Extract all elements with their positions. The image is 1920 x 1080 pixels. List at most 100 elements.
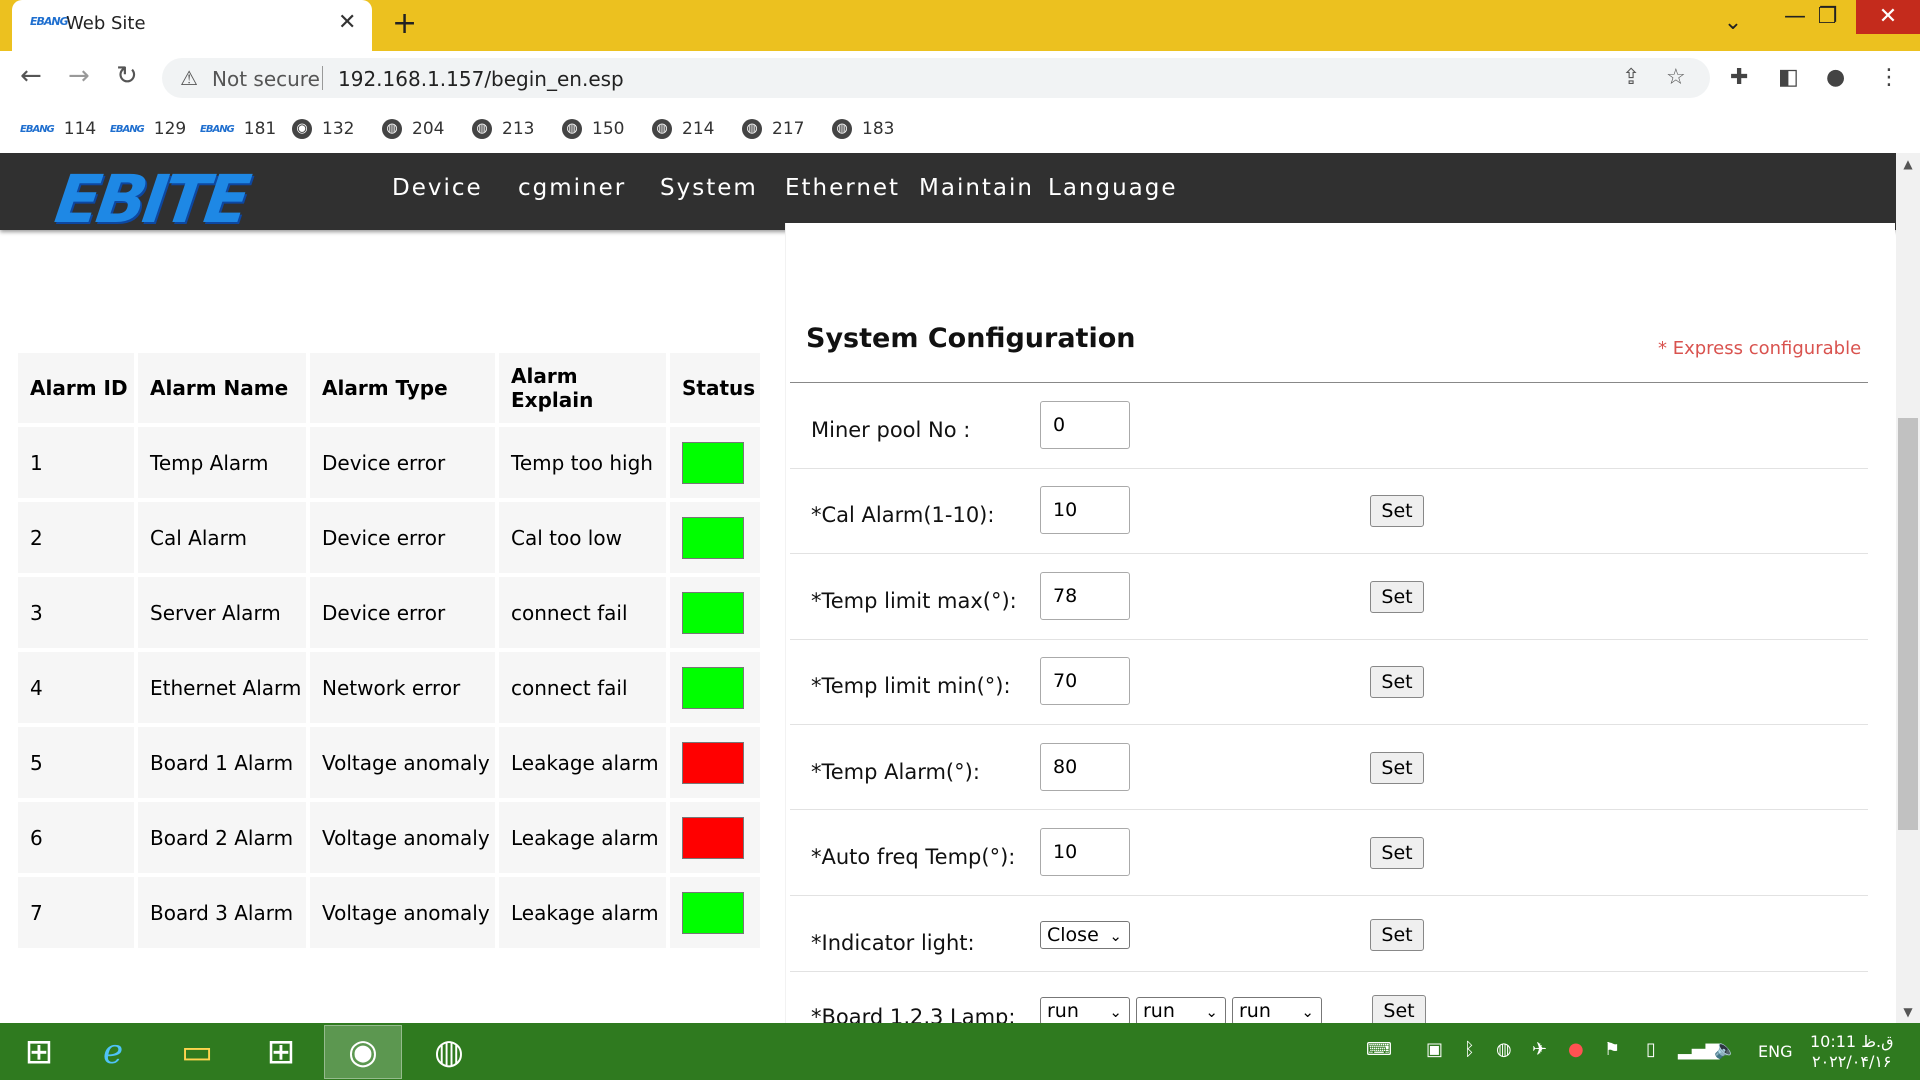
flag-icon[interactable]: ⚑	[1604, 1039, 1620, 1060]
board-lamp-set-button[interactable]: Set	[1372, 995, 1426, 1023]
alarm-status	[670, 427, 760, 498]
bookmark-item[interactable]: ◍ 214	[652, 117, 714, 141]
alarm-table-body: 1 Temp Alarm Device error Temp too high …	[18, 427, 760, 948]
profile-avatar-icon[interactable]: ●	[1826, 65, 1845, 90]
alarm-type: Device error	[310, 502, 495, 573]
alarm-explain: connect fail	[499, 652, 666, 723]
indicator-light-value: Close	[1047, 924, 1099, 946]
alarm-explain: connect fail	[499, 577, 666, 648]
plane-icon[interactable]: ✈	[1532, 1039, 1547, 1060]
forward-arrow-icon[interactable]: →	[68, 61, 90, 91]
bookmark-item[interactable]: ◍ 213	[472, 117, 534, 141]
kebab-menu-icon[interactable]: ⋮	[1878, 65, 1900, 90]
nav-ethernet[interactable]: Ethernet	[785, 175, 900, 201]
alarm-status	[670, 802, 760, 873]
chevron-down-icon[interactable]: ⌄	[1713, 6, 1753, 40]
temp-max-input[interactable]: 78	[1040, 572, 1130, 620]
network-app-icon[interactable]: ▣	[1426, 1039, 1443, 1060]
volume-icon[interactable]: 🔈	[1714, 1039, 1736, 1060]
bluetooth-icon[interactable]: ᛒ	[1464, 1039, 1475, 1060]
store-icon[interactable]: ⊞	[242, 1025, 320, 1079]
board1-lamp-select[interactable]: run ⌄	[1040, 997, 1130, 1023]
indicator-light-set-button[interactable]: Set	[1370, 919, 1424, 951]
internet-explorer-icon[interactable]: ℯ	[74, 1025, 152, 1079]
system-clock[interactable]: 10:11 ق.ظ ۲۰۲۲/۰۴/۱۶	[1810, 1032, 1894, 1072]
temp-max-set-button[interactable]: Set	[1370, 581, 1424, 613]
bookmark-item[interactable]: ◍ 183	[832, 117, 894, 141]
globe-icon: ◍	[562, 119, 582, 139]
alarm-type: Device error	[310, 577, 495, 648]
bookmark-item[interactable]: EBANG 181	[200, 117, 276, 141]
file-explorer-icon[interactable]: ▭	[158, 1025, 236, 1079]
chrome-icon[interactable]: ◉	[324, 1025, 402, 1079]
indicator-light-select[interactable]: Close ⌄	[1040, 921, 1130, 949]
address-bar[interactable]: ⚠ Not secure 192.168.1.157/begin_en.esp …	[162, 58, 1710, 98]
alarm-explain: Cal too low	[499, 502, 666, 573]
temp-max-label: *Temp limit max(°):	[811, 589, 1017, 613]
keyboard-icon[interactable]: ⌨	[1366, 1039, 1392, 1060]
battery-icon[interactable]: ▯	[1646, 1039, 1656, 1060]
temp-min-set-button[interactable]: Set	[1370, 666, 1424, 698]
miner-pool-input[interactable]: 0	[1040, 401, 1130, 449]
not-secure-label[interactable]: Not secure	[212, 67, 320, 91]
language-indicator[interactable]: ENG	[1758, 1042, 1792, 1061]
alarm-table: Alarm ID Alarm Name Alarm Type Alarm Exp…	[14, 349, 764, 952]
close-tab-icon[interactable]: ✕	[338, 10, 356, 35]
alarm-name: Board 1 Alarm	[138, 727, 306, 798]
bookmark-item[interactable]: ◍ 217	[742, 117, 804, 141]
windows-start-icon[interactable]: ⊞	[0, 1025, 78, 1079]
board2-lamp-select[interactable]: run ⌄	[1136, 997, 1226, 1023]
cal-alarm-set-button[interactable]: Set	[1370, 495, 1424, 527]
globe-icon: ◍	[832, 119, 852, 139]
url-text[interactable]: 192.168.1.157/begin_en.esp	[338, 67, 624, 91]
alarm-type: Network error	[310, 652, 495, 723]
temp-alarm-set-button[interactable]: Set	[1370, 752, 1424, 784]
auto-freq-input[interactable]: 10	[1040, 828, 1130, 876]
bookmark-item[interactable]: ◍ 204	[382, 117, 444, 141]
site-logo[interactable]: EBITE	[51, 161, 252, 238]
temp-alarm-input[interactable]: 80	[1040, 743, 1130, 791]
alert-icon[interactable]: ●	[1568, 1039, 1584, 1060]
restore-window-icon[interactable]: ❐	[1800, 0, 1855, 34]
nav-maintain[interactable]: Maintain	[919, 175, 1034, 201]
bookmark-item[interactable]: EBANG 114	[20, 117, 96, 141]
browser-tab[interactable]: EBANG Web Site ✕	[12, 0, 372, 51]
scrollbar-thumb[interactable]	[1898, 418, 1918, 830]
close-window-icon[interactable]: ✕	[1856, 0, 1920, 34]
bookmark-item[interactable]: EBANG 129	[110, 117, 186, 141]
bookmark-star-icon[interactable]: ☆	[1666, 65, 1686, 90]
nav-language[interactable]: Language	[1048, 175, 1178, 201]
warning-triangle-icon[interactable]: ⚠	[180, 66, 198, 90]
temp-min-label: *Temp limit min(°):	[811, 674, 1011, 698]
reload-icon[interactable]: ↻	[116, 61, 138, 91]
nav-cgminer[interactable]: cgminer	[518, 175, 626, 201]
scroll-down-icon[interactable]: ▼	[1898, 1005, 1918, 1019]
temp-min-input[interactable]: 70	[1040, 657, 1130, 705]
share-icon[interactable]: ⇪	[1622, 65, 1640, 90]
back-arrow-icon[interactable]: ←	[20, 61, 42, 91]
extensions-puzzle-icon[interactable]: ✚	[1730, 65, 1748, 90]
auto-freq-set-button[interactable]: Set	[1370, 837, 1424, 869]
globe-icon: ◍	[382, 119, 402, 139]
alarm-explain: Temp too high	[499, 427, 666, 498]
side-panel-icon[interactable]: ◧	[1778, 65, 1799, 90]
scroll-up-icon[interactable]: ▲	[1898, 157, 1918, 171]
table-row: 4 Ethernet Alarm Network error connect f…	[18, 652, 760, 723]
col-alarm-type: Alarm Type	[310, 353, 495, 423]
table-row: 5 Board 1 Alarm Voltage anomaly Leakage …	[18, 727, 760, 798]
board3-lamp-select[interactable]: run ⌄	[1232, 997, 1322, 1023]
globe-tray-icon[interactable]: ◍	[1496, 1039, 1512, 1060]
alarm-id: 4	[18, 652, 134, 723]
alarm-name: Temp Alarm	[138, 427, 306, 498]
new-tab-icon[interactable]: +	[392, 6, 417, 41]
chevron-down-icon: ⌄	[1205, 1003, 1218, 1021]
title-divider	[790, 382, 1868, 383]
cal-alarm-input[interactable]: 10	[1040, 486, 1130, 534]
nav-device[interactable]: Device	[392, 175, 483, 201]
nav-system[interactable]: System	[660, 175, 758, 201]
table-row: 6 Board 2 Alarm Voltage anomaly Leakage …	[18, 802, 760, 873]
download-manager-icon[interactable]: ◍	[410, 1025, 488, 1079]
clock-date: ۲۰۲۲/۰۴/۱۶	[1811, 1052, 1892, 1071]
bookmark-item[interactable]: ◍ 150	[562, 117, 624, 141]
bookmark-item[interactable]: ◉ 132	[292, 117, 354, 141]
